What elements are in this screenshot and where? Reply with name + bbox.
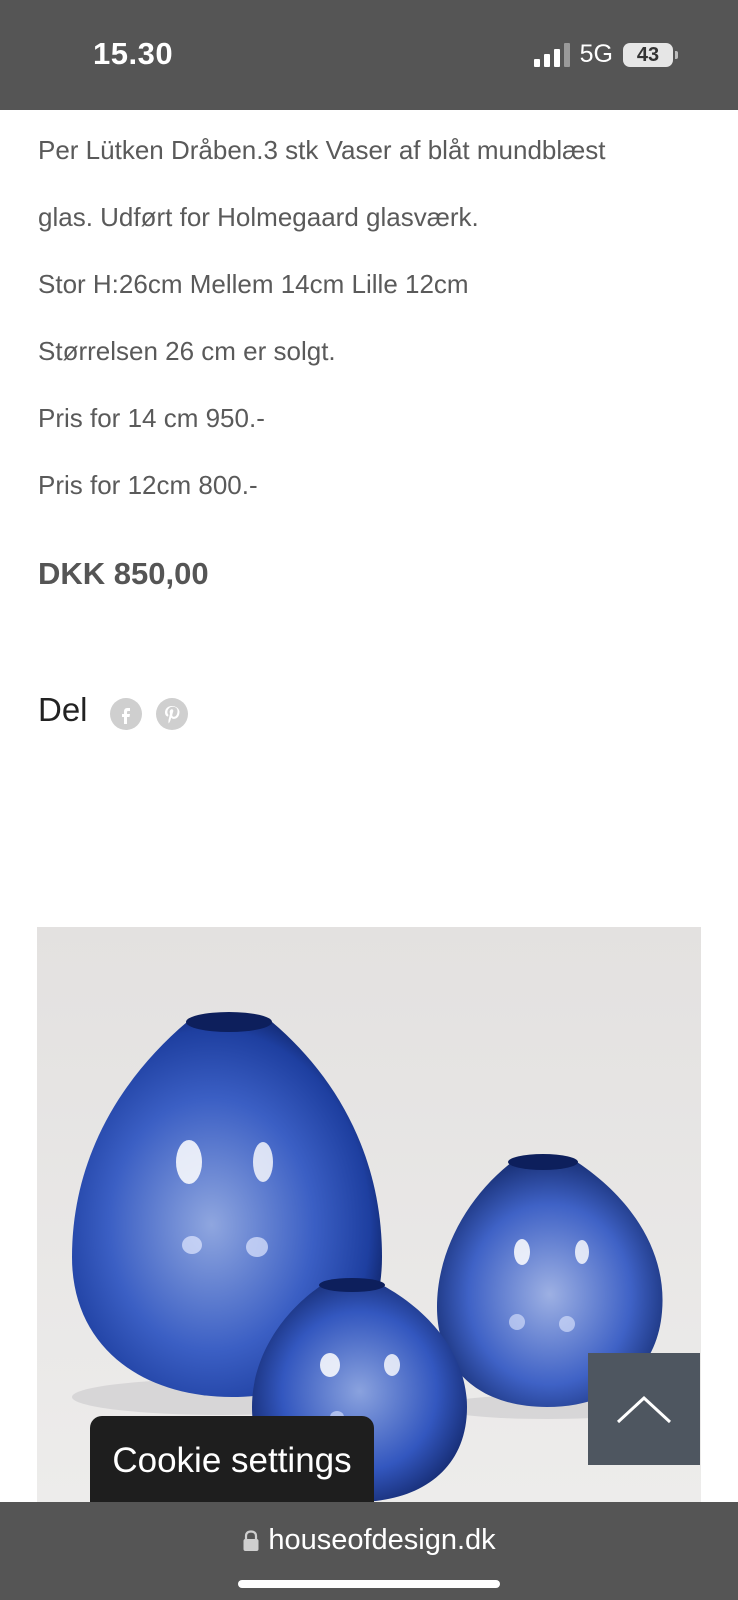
chevron-up-icon: [616, 1395, 672, 1424]
share-row: Del: [38, 690, 188, 730]
url-display[interactable]: houseofdesign.dk: [0, 1524, 738, 1557]
cookie-settings-label: Cookie settings: [112, 1441, 352, 1480]
battery-level: 43: [623, 42, 673, 67]
description-line: Størrelsen 26 cm er solgt.: [38, 336, 336, 366]
product-description: Per Lütken Dråben.3 stk Vaser af blåt mu…: [38, 128, 708, 530]
browser-url-bar[interactable]: houseofdesign.dk: [0, 1502, 738, 1600]
cookie-settings-button[interactable]: Cookie settings: [90, 1416, 374, 1506]
home-indicator[interactable]: [238, 1580, 500, 1588]
network-type: 5G: [579, 40, 613, 68]
scroll-to-top-button[interactable]: [588, 1353, 700, 1465]
status-bar: 15.30 5G 43: [0, 0, 738, 110]
share-label: Del: [38, 691, 88, 728]
url-text: houseofdesign.dk: [268, 1524, 496, 1556]
lock-icon: [243, 1529, 259, 1551]
signal-strength-icon: [533, 42, 570, 67]
status-indicators: 5G 43: [533, 40, 678, 69]
battery-icon: 43: [623, 42, 678, 67]
pinterest-icon[interactable]: [155, 698, 188, 730]
description-line: Pris for 12cm 800.-: [38, 470, 258, 500]
product-price: DKK 850,00: [38, 556, 209, 591]
facebook-icon[interactable]: [109, 698, 142, 730]
description-line: Per Lütken Dråben.3 stk Vaser af blåt mu…: [38, 135, 606, 165]
description-line: Pris for 14 cm 950.-: [38, 403, 265, 433]
description-line: Stor H:26cm Mellem 14cm Lille 12cm: [38, 269, 469, 299]
description-line: glas. Udført for Holmegaard glasværk.: [38, 202, 479, 232]
status-time: 15.30: [93, 36, 174, 71]
